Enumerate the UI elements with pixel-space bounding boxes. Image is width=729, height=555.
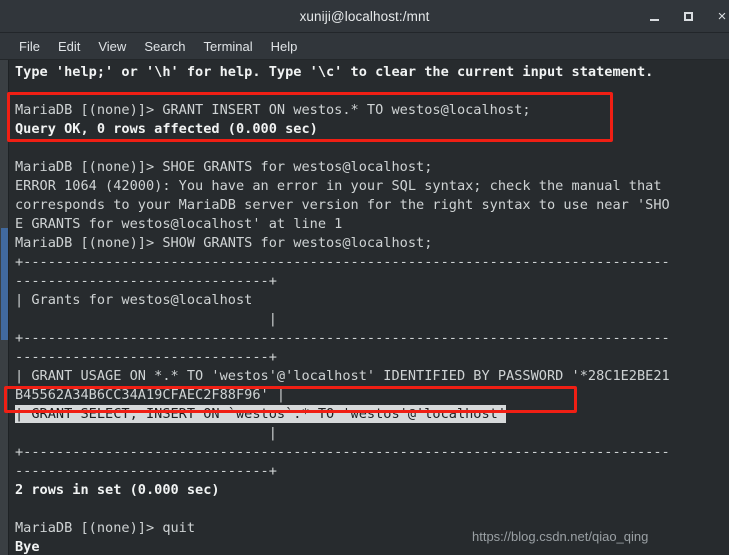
terminal-line: -------------------------------+	[15, 349, 277, 365]
terminal-line: B45562A34B6CC34A19CFAEC2F88F96' |	[15, 387, 286, 403]
terminal-line: +---------------------------------------…	[15, 254, 670, 270]
window-title: xuniji@localhost:/mnt	[299, 8, 430, 24]
terminal-line: Query OK, 0 rows affected (0.000 sec)	[15, 121, 318, 137]
maximize-button[interactable]	[679, 7, 697, 25]
terminal-line: +---------------------------------------…	[15, 330, 670, 346]
selected-text: | GRANT SELECT, INSERT ON `westos`.* TO …	[15, 405, 507, 423]
terminal-line: |	[15, 311, 277, 327]
menu-item-file[interactable]: File	[10, 37, 49, 56]
menu-item-terminal[interactable]: Terminal	[195, 37, 262, 56]
terminal-line: E GRANTS for westos@localhost' at line 1	[15, 216, 343, 232]
terminal-line: | GRANT SELECT, INSERT ON `westos`.* TO …	[15, 405, 729, 424]
terminal-line: -------------------------------+	[15, 273, 277, 289]
menu-bar: File Edit View Search Terminal Help	[0, 33, 729, 60]
title-bar: xuniji@localhost:/mnt ×	[0, 0, 729, 33]
scrollbar-thumb[interactable]	[1, 228, 8, 340]
terminal-line: ERROR 1064 (42000): You have an error in…	[15, 178, 662, 194]
terminal-body: Type 'help;' or '\h' for help. Type '\c'…	[0, 60, 729, 555]
terminal-window: xuniji@localhost:/mnt × File Edit View S…	[0, 0, 729, 555]
minimize-button[interactable]	[645, 7, 663, 25]
terminal-line: -------------------------------+	[15, 463, 277, 479]
terminal-line: | Grants for westos@localhost	[15, 292, 253, 308]
terminal-line: MariaDB [(none)]> GRANT INSERT ON westos…	[15, 102, 531, 118]
terminal-screen[interactable]: Type 'help;' or '\h' for help. Type '\c'…	[9, 60, 729, 555]
terminal-line: corresponds to your MariaDB server versi…	[15, 197, 670, 213]
terminal-line: MariaDB [(none)]> SHOE GRANTS for westos…	[15, 159, 433, 175]
terminal-line: |	[15, 425, 277, 441]
terminal-line: +---------------------------------------…	[15, 444, 670, 460]
window-controls: ×	[645, 0, 729, 32]
menu-item-search[interactable]: Search	[135, 37, 194, 56]
terminal-scrollbar[interactable]	[0, 60, 9, 555]
minimize-icon	[649, 19, 659, 21]
terminal-line: Type 'help;' or '\h' for help. Type '\c'…	[15, 64, 654, 80]
menu-item-view[interactable]: View	[89, 37, 135, 56]
menu-item-edit[interactable]: Edit	[49, 37, 89, 56]
terminal-line: | GRANT USAGE ON *.* TO 'westos'@'localh…	[15, 368, 670, 384]
menu-item-help[interactable]: Help	[262, 37, 307, 56]
terminal-line: MariaDB [(none)]> SHOW GRANTS for westos…	[15, 235, 433, 251]
maximize-icon	[683, 11, 693, 21]
watermark-text: https://blog.csdn.net/qiao_qing	[472, 529, 649, 544]
close-button[interactable]: ×	[713, 7, 729, 25]
terminal-line: 2 rows in set (0.000 sec)	[15, 482, 220, 498]
